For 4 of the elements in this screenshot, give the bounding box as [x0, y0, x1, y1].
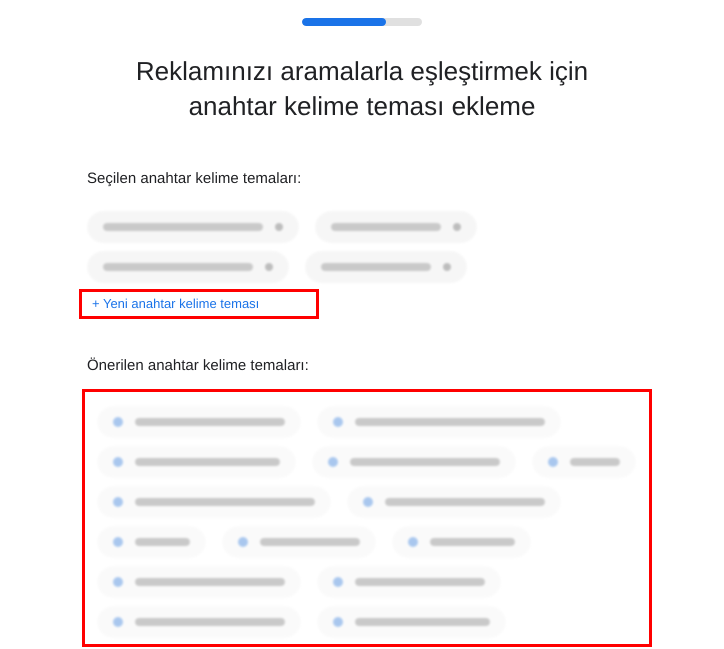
section-label: Önerilen anahtar kelime temaları: [87, 356, 310, 376]
page-title: Reklamınızı aramalarla eşleştirmek için anahtar kelime teması ekleme [134, 55, 590, 123]
add-theme-link[interactable]: + Yeni anahtar kelime teması [92, 294, 260, 314]
section-label: Seçilen anahtar kelime temaları: [87, 169, 302, 189]
